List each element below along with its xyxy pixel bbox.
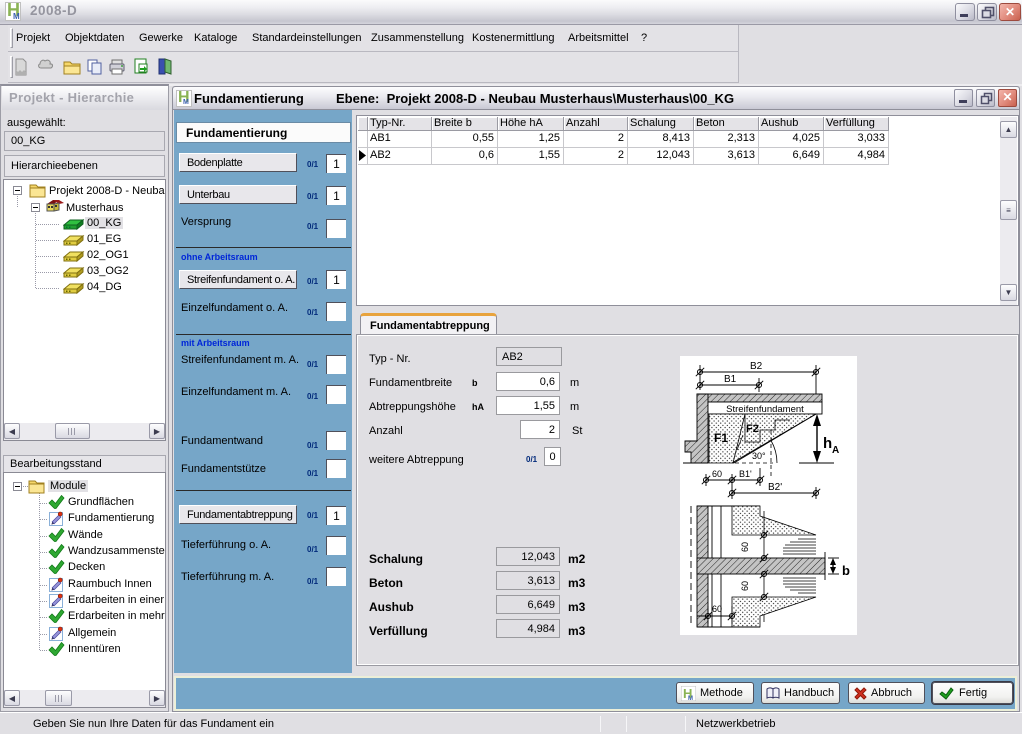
svg-text:Streifenfundament: Streifenfundament xyxy=(726,404,804,415)
svg-text:60: 60 xyxy=(712,604,722,614)
svg-text:60: 60 xyxy=(712,469,722,479)
svg-text:B2': B2' xyxy=(768,482,782,493)
svg-text:60: 60 xyxy=(740,581,750,591)
svg-text:b: b xyxy=(842,563,850,578)
svg-text:B2: B2 xyxy=(750,361,763,372)
svg-text:A: A xyxy=(832,445,839,456)
svg-text:F2: F2 xyxy=(746,423,759,435)
svg-text:F1: F1 xyxy=(714,431,728,445)
svg-text:B1: B1 xyxy=(724,374,737,385)
svg-text:30°: 30° xyxy=(752,451,766,461)
svg-text:60: 60 xyxy=(740,542,750,552)
svg-text:B1': B1' xyxy=(739,469,752,479)
svg-text:h: h xyxy=(823,435,832,452)
svg-text:M: M xyxy=(688,696,693,701)
